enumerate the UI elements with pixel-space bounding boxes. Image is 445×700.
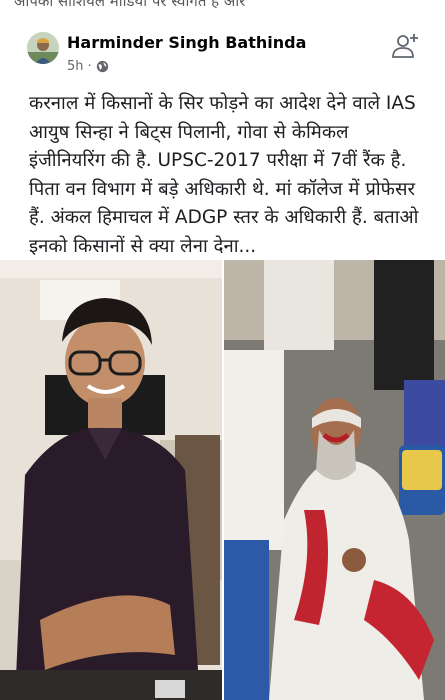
post-text: करनाल में किसानों के सिर फोड़ने का आदेश …	[29, 93, 419, 257]
author-name[interactable]: Harminder Singh Bathinda	[67, 33, 306, 52]
meta-separator: ·	[87, 59, 92, 74]
photo-right[interactable]	[224, 260, 445, 700]
photo-left[interactable]	[0, 260, 222, 700]
post-meta: 5h ·	[67, 59, 109, 74]
top-cropped-strip: आपका सोशियल मीडिया पर स्वागत है ओर	[0, 0, 445, 22]
globe-icon	[96, 60, 109, 73]
photo-right-image	[224, 260, 445, 700]
add-friend-button[interactable]	[390, 30, 420, 60]
avatar[interactable]	[27, 32, 59, 64]
add-friend-icon	[392, 34, 418, 58]
photo-left-image	[0, 260, 222, 700]
cropped-text: आपका सोशियल मीडिया पर स्वागत है ओर	[14, 0, 246, 10]
post-header: Harminder Singh Bathinda 5h ·	[0, 24, 445, 86]
post-time[interactable]: 5h	[67, 59, 84, 74]
